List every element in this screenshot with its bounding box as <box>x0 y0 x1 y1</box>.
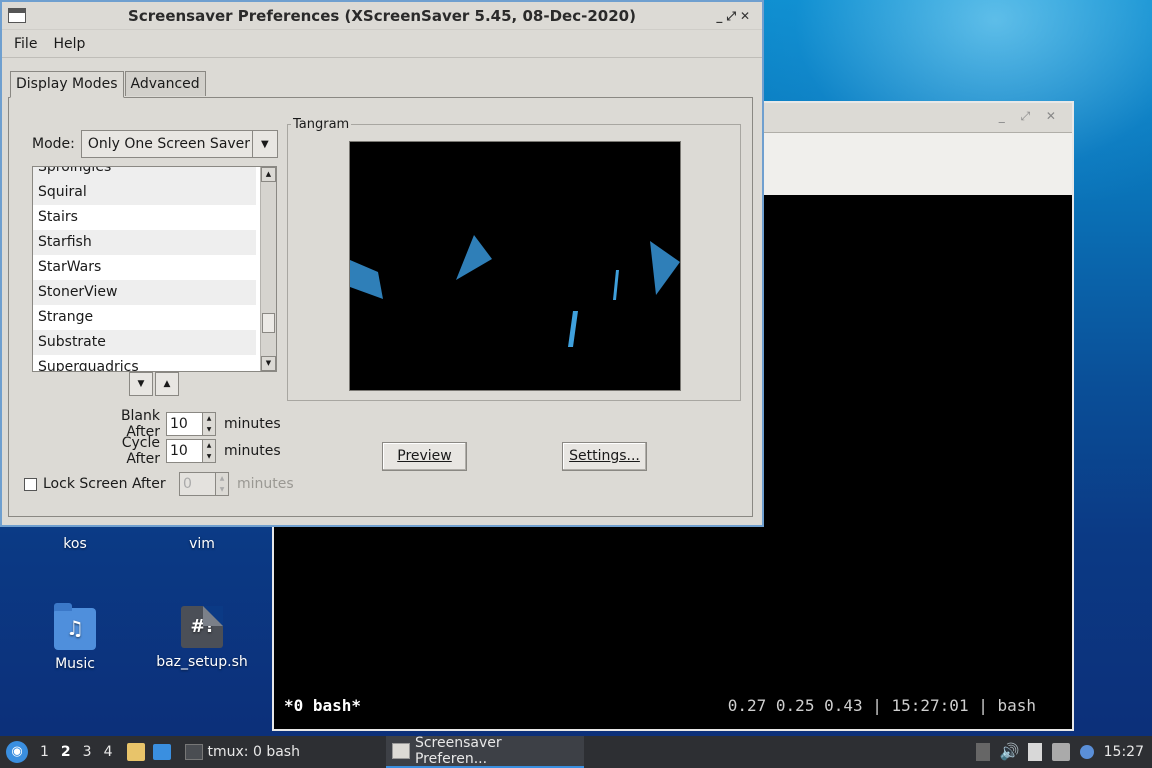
list-item[interactable]: Stairs <box>33 205 256 230</box>
list-item[interactable]: StarWars <box>33 255 256 280</box>
cycle-after-label: Cycle After <box>121 435 160 467</box>
desktop-icon-label: baz_setup.sh <box>156 654 248 670</box>
desktop-icon-music[interactable]: ♫ Music <box>20 603 130 672</box>
lock-screen-row: Lock Screen After 0 ▲ ▼ minutes <box>24 472 294 496</box>
tab-bar: Display Modes Advanced <box>10 71 207 98</box>
notification-icon[interactable] <box>1079 745 1094 759</box>
minimize-icon[interactable]: _ <box>716 9 726 23</box>
maximize-icon[interactable]: ⤢ <box>726 9 740 23</box>
clock[interactable]: 15:27 <box>1104 744 1144 760</box>
spin-up-icon[interactable]: ▲ <box>203 440 215 451</box>
tab-display-modes[interactable]: Display Modes <box>10 71 124 98</box>
tmux-status-bar: *0 bash* 0.27 0.25 0.43 | 15:27:01 | bas… <box>284 696 1036 715</box>
mode-row: Mode: Only One Screen Saver ▼ <box>32 130 278 158</box>
list-item[interactable]: Strange <box>33 305 256 330</box>
workspace-3[interactable]: 3 <box>83 744 92 760</box>
network-icon[interactable] <box>1051 743 1070 761</box>
file-manager-icon[interactable] <box>126 743 145 761</box>
volume-icon[interactable]: 🔊 <box>1000 743 1020 761</box>
scroll-down-icon[interactable]: ▼ <box>261 356 276 371</box>
window-titlebar[interactable]: Screensaver Preferences (XScreenSaver 5.… <box>2 2 762 30</box>
terminal-icon <box>184 744 203 760</box>
lock-screen-checkbox[interactable] <box>24 477 37 491</box>
mode-value: Only One Screen Saver <box>87 136 251 152</box>
lock-screen-label[interactable]: Lock Screen After <box>43 476 173 492</box>
previous-screensaver-button[interactable]: ▲ <box>155 372 179 396</box>
settings-button[interactable]: Settings... <box>562 442 647 471</box>
tangram-piece <box>613 270 619 300</box>
window-icon <box>391 743 410 759</box>
window-controls[interactable]: _ ⤢ ✕ <box>999 109 1062 124</box>
tangram-piece <box>350 260 383 299</box>
window-menu-icon[interactable] <box>8 8 26 23</box>
mode-dropdown[interactable]: Only One Screen Saver ▼ <box>80 130 278 158</box>
list-nav-buttons: ▼ ▲ <box>129 372 181 396</box>
blank-after-unit: minutes <box>224 416 281 432</box>
desktop-icon-label: kos <box>63 536 87 552</box>
clipboard-icon[interactable] <box>1027 743 1042 761</box>
mode-label: Mode: <box>32 136 75 152</box>
workspace-1[interactable]: 1 <box>40 744 49 760</box>
system-tray: 🔊 15:27 <box>975 736 1152 768</box>
desktop-icon-vim[interactable]: vim <box>147 536 257 552</box>
blank-after-spinner[interactable]: 10 ▲ ▼ <box>166 412 216 436</box>
menubar: File Help <box>2 30 762 58</box>
close-icon[interactable]: ✕ <box>740 9 754 23</box>
taskbar-app-tmux[interactable]: tmux: 0 bash <box>179 736 306 768</box>
scroll-indicator-icon[interactable] <box>975 743 990 761</box>
scroll-up-icon[interactable]: ▲ <box>261 167 276 182</box>
next-screensaver-button[interactable]: ▼ <box>129 372 153 396</box>
cycle-after-unit: minutes <box>224 443 281 459</box>
list-item[interactable]: Sproingies <box>33 167 256 180</box>
workspace-4[interactable]: 4 <box>104 744 113 760</box>
tangram-piece <box>650 241 680 295</box>
tangram-piece <box>568 311 578 347</box>
cycle-after-row: Cycle After 10 ▲ ▼ minutes <box>84 435 281 467</box>
list-item[interactable]: StonerView <box>33 280 256 305</box>
list-item[interactable]: Superquadrics <box>33 355 256 371</box>
desktop-icon-baz-setup[interactable]: #! baz_setup.sh <box>147 606 257 670</box>
scroll-thumb[interactable] <box>262 313 275 333</box>
tangram-piece <box>456 235 492 280</box>
list-item[interactable]: Squiral <box>33 180 256 205</box>
desktop-icon-label: Music <box>55 656 95 672</box>
screensaver-list[interactable]: Sproingies Squiral Stairs Starfish StarW… <box>32 166 277 372</box>
workspace-2[interactable]: 2 <box>61 744 71 760</box>
menu-help[interactable]: Help <box>45 36 93 52</box>
tab-advanced[interactable]: Advanced <box>124 71 206 96</box>
spin-down-icon[interactable]: ▼ <box>203 451 215 462</box>
taskbar-app-screensaver[interactable]: Screensaver Preferen... <box>385 735 584 768</box>
desktop-icon-kos[interactable]: kos <box>20 536 130 552</box>
list-scrollbar[interactable]: ▲ ▼ <box>260 167 276 371</box>
preview-title: Tangram <box>291 117 352 132</box>
taskbar: ◉ 1 2 3 4 tmux: 0 bash Screensaver Prefe… <box>0 735 1152 768</box>
music-folder-icon: ♫ <box>54 603 96 650</box>
lock-after-unit: minutes <box>237 476 294 492</box>
tangram-preview-image <box>350 235 680 347</box>
list-item[interactable]: Starfish <box>33 230 256 255</box>
window-controls: _⤢✕ <box>716 2 754 30</box>
tmux-window-name: *0 bash* <box>284 696 362 715</box>
spin-up-icon: ▲ <box>219 475 225 482</box>
script-file-icon: #! <box>181 606 223 648</box>
list-item[interactable]: Substrate <box>33 330 256 355</box>
spin-down-icon[interactable]: ▼ <box>203 424 215 435</box>
preview-group: Tangram <box>287 117 741 401</box>
desktop-icon-label: vim <box>189 536 215 552</box>
menu-file[interactable]: File <box>6 36 45 52</box>
cycle-after-spinner[interactable]: 10 ▲ ▼ <box>166 439 216 463</box>
lock-after-spinner: 0 ▲ ▼ <box>179 472 229 496</box>
app-menu-icon[interactable]: ◉ <box>6 741 28 763</box>
preview-button[interactable]: Preview <box>382 442 467 471</box>
tmux-status-info: 0.27 0.25 0.43 | 15:27:01 | bash <box>727 696 1036 715</box>
preview-canvas <box>349 141 681 391</box>
spin-down-icon: ▼ <box>219 486 225 493</box>
spin-up-icon[interactable]: ▲ <box>203 413 215 424</box>
show-desktop-icon[interactable] <box>152 744 171 760</box>
chevron-down-icon[interactable]: ▼ <box>251 131 277 157</box>
window-title: Screensaver Preferences (XScreenSaver 5.… <box>128 7 636 25</box>
